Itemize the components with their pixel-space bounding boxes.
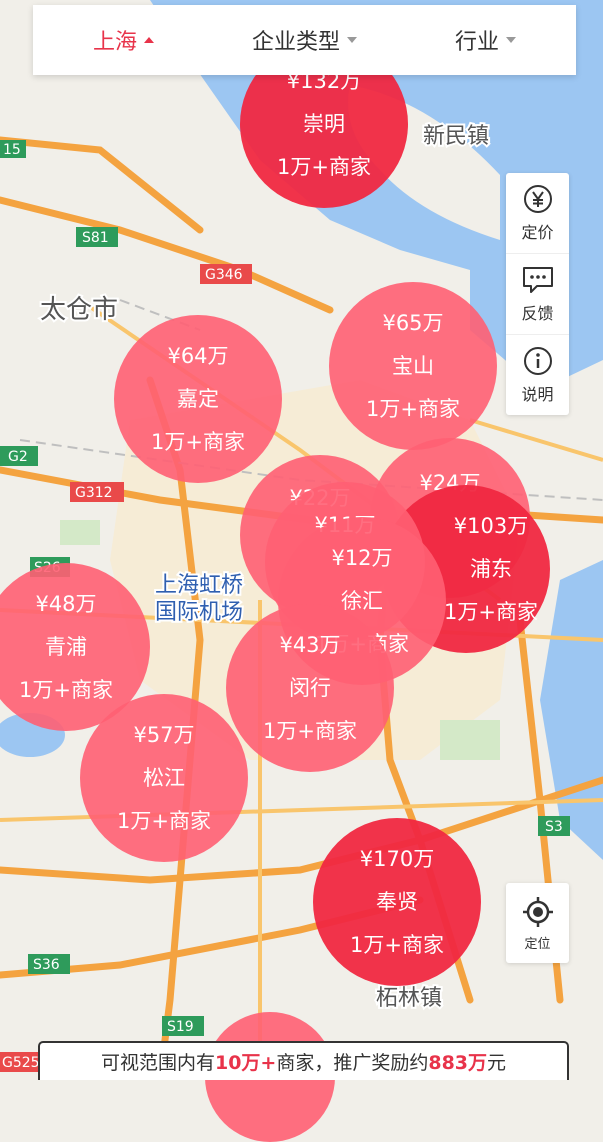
road-label-g312: G312 — [75, 485, 113, 501]
summary-middle: 商家，推广奖励约 — [276, 1052, 429, 1074]
summary-merchant-count: 10万+ — [214, 1052, 277, 1074]
cluster-merchant-count: 1万+商家 — [117, 808, 211, 833]
cluster-district: 宝山 — [392, 353, 434, 378]
summary-prefix: 可视范围内有 — [100, 1052, 215, 1074]
cluster-price: ¥170万 — [359, 846, 435, 871]
info-button[interactable]: 说明 — [506, 335, 569, 415]
cluster-price: ¥65万 — [382, 310, 444, 335]
cluster-district: 崇明 — [303, 111, 345, 136]
locate-label: 定位 — [524, 936, 551, 952]
cluster-fengxian[interactable]: ¥170万 奉贤 1万+商家 — [313, 818, 481, 986]
caret-up-icon — [144, 37, 154, 43]
chat-icon — [522, 267, 553, 293]
road-label-s36: S36 — [33, 957, 60, 973]
place-label-hongqiao-1: 上海虹桥 — [155, 573, 243, 598]
cluster-jiading[interactable]: ¥64万 嘉定 1万+商家 — [114, 315, 282, 483]
cluster-district: 奉贤 — [376, 889, 418, 914]
cluster-district: 浦东 — [470, 556, 512, 581]
cluster-price: ¥43万 — [279, 632, 341, 657]
yuan-icon — [523, 185, 552, 213]
road-label-s81: S81 — [82, 230, 109, 246]
summary-reward: 883万 — [428, 1052, 488, 1074]
road-label-g346: G346 — [205, 267, 243, 283]
cluster-price: ¥103万 — [453, 513, 529, 538]
summary-bar: 可视范围内有 10万+ 商家，推广奖励约 883万 元 — [38, 1041, 569, 1080]
place-label-taicang: 太仓市 — [40, 295, 118, 325]
cluster-merchant-count: 1万+商家 — [350, 932, 444, 957]
locate-button[interactable]: 定位 — [506, 883, 569, 963]
filter-bar: 上海 企业类型 行业 — [33, 5, 576, 75]
info-label: 说明 — [521, 385, 554, 404]
pricing-label: 定价 — [521, 223, 554, 242]
cluster-merchant-count: 1万+商家 — [366, 396, 460, 421]
cluster-merchant-count: 1万+商家 — [277, 154, 371, 179]
place-label-xinmin: 新民镇 — [423, 124, 489, 149]
cluster-district: 嘉定 — [177, 386, 219, 411]
cluster-district: 松江 — [143, 765, 185, 790]
feedback-button[interactable]: 反馈 — [506, 254, 569, 335]
caret-down-icon — [506, 37, 516, 43]
feedback-label: 反馈 — [521, 304, 554, 323]
cluster-songjiang[interactable]: ¥57万 松江 1万+商家 — [80, 694, 248, 862]
region-filter[interactable]: 上海 — [33, 24, 214, 56]
cluster-merchant-count: 1万+商家 — [444, 599, 538, 624]
industry-filter[interactable]: 行业 — [395, 24, 576, 56]
cluster-merchant-count: 1万+商家 — [263, 718, 357, 743]
info-icon — [523, 347, 552, 375]
crosshair-icon — [522, 896, 553, 927]
region-filter-label: 上海 — [92, 30, 137, 55]
road-label-s19: S19 — [167, 1019, 194, 1035]
cluster-price: ¥48万 — [35, 591, 97, 616]
cluster-price: ¥64万 — [167, 343, 229, 368]
map-tools: 定价 反馈 说明 — [506, 173, 569, 415]
place-label-hongqiao-2: 国际机场 — [155, 600, 243, 625]
road-label-g2: G2 — [8, 449, 28, 465]
enterprise-type-label: 企业类型 — [251, 30, 340, 55]
cluster-merchant-count: 1万+商家 — [19, 677, 113, 702]
industry-label: 行业 — [454, 30, 499, 55]
cluster-price: ¥57万 — [133, 722, 195, 747]
cluster-minhang[interactable]: ¥43万 闵行 1万+商家 — [226, 604, 394, 772]
pricing-button[interactable]: 定价 — [506, 173, 569, 254]
cluster-price: ¥12万 — [331, 545, 393, 570]
summary-suffix: 元 — [487, 1052, 507, 1074]
place-label-zhelin: 柘林镇 — [376, 986, 442, 1011]
road-label-s15: 15 — [3, 142, 21, 158]
road-label-g525: G525 — [2, 1055, 40, 1071]
road-label-s3: S3 — [545, 819, 563, 835]
caret-down-icon — [347, 37, 357, 43]
cluster-district: 闵行 — [289, 675, 331, 700]
enterprise-type-filter[interactable]: 企业类型 — [214, 24, 395, 56]
cluster-district: 青浦 — [45, 634, 87, 659]
cluster-baoshan[interactable]: ¥65万 宝山 1万+商家 — [329, 282, 497, 450]
cluster-merchant-count: 1万+商家 — [151, 429, 245, 454]
